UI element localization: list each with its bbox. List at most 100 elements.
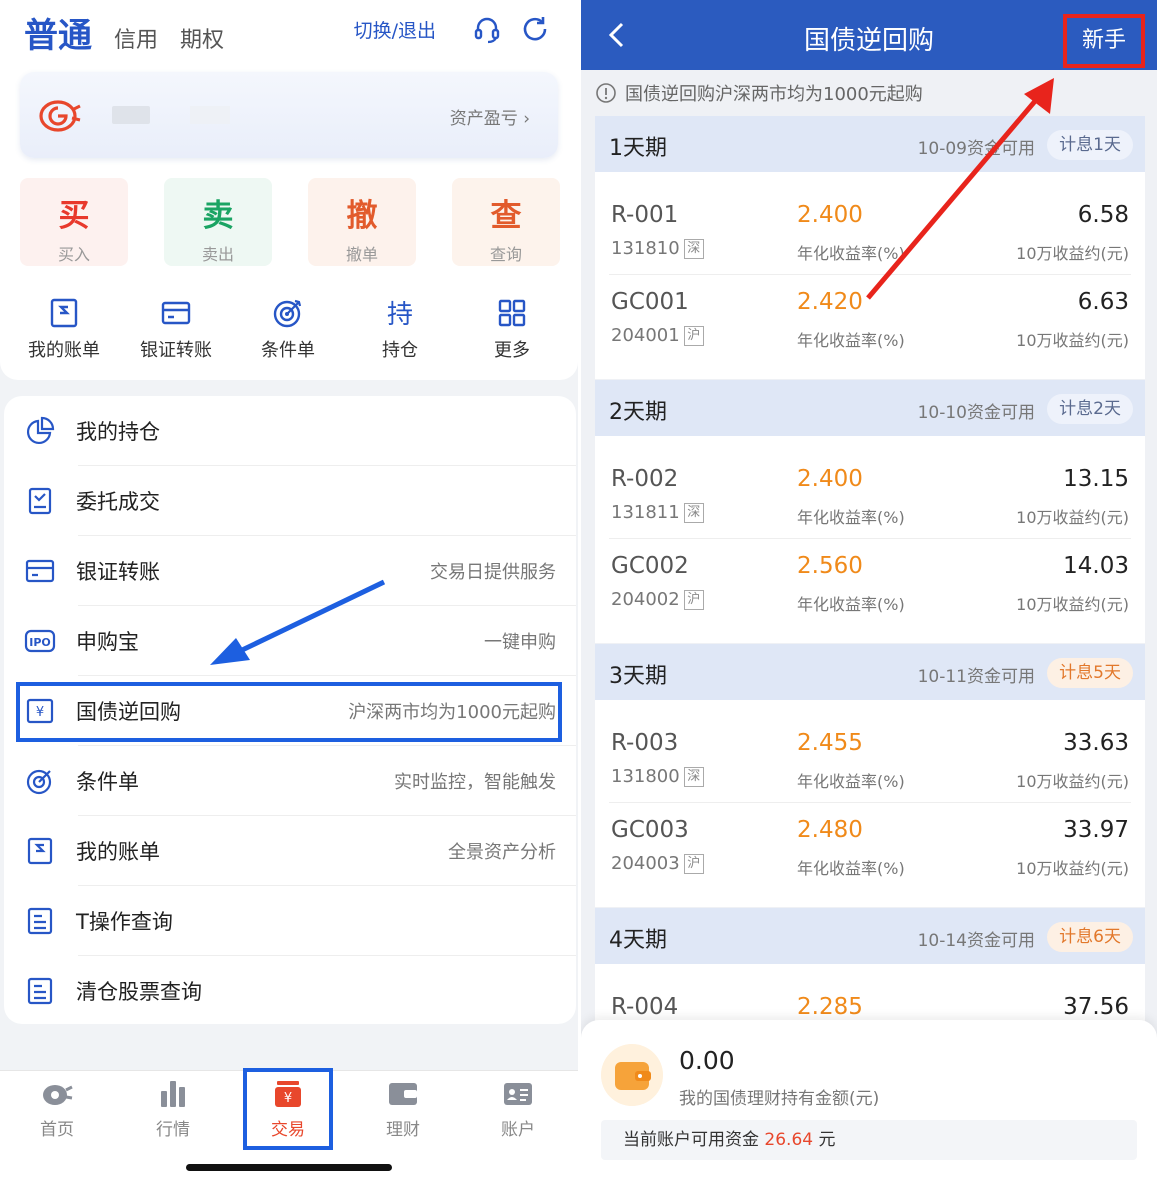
doc-icon	[27, 907, 53, 935]
est-income: 14.03	[1063, 553, 1129, 579]
nav-label: 行情	[156, 1120, 190, 1140]
tab-normal[interactable]: 普通	[24, 8, 92, 57]
menu-my-holdings[interactable]: 我的持仓	[4, 396, 576, 466]
repo-code: GC002	[611, 553, 689, 579]
quick-condition-order[interactable]: 条件单	[232, 296, 344, 362]
menu-title: 清仓股票查询	[76, 980, 202, 1004]
est-income: 37.56	[1063, 994, 1129, 1020]
menu-title: 条件单	[76, 770, 139, 794]
cancel-label: 撤单	[345, 245, 378, 264]
annual-rate: 2.400	[797, 202, 863, 228]
period-header: 4天期 10-14资金可用 计息6天	[595, 908, 1145, 964]
tab-credit[interactable]: 信用	[114, 22, 158, 54]
quick-label: 持仓	[382, 340, 418, 361]
menu-cleared-stock-query[interactable]: 清仓股票查询	[4, 956, 576, 1026]
annual-rate-label: 年化收益率(%)	[797, 508, 905, 527]
menu-bank-transfer[interactable]: 银证转账 交易日提供服务	[4, 536, 576, 606]
quick-actions: 我的账单 银证转账 条件单 持 持仓 更多	[8, 296, 568, 362]
menu-condition-order[interactable]: 条件单 实时监控，智能触发	[4, 746, 576, 816]
nav-account[interactable]: 账户	[473, 1077, 563, 1140]
home-indicator	[186, 1164, 392, 1171]
nav-home[interactable]: 首页	[12, 1077, 102, 1140]
quick-bank-transfer[interactable]: 银证转账	[120, 296, 232, 362]
card-icon	[161, 301, 191, 325]
svg-text:IPO: IPO	[29, 636, 51, 649]
repo-row-gc001[interactable]: GC001 204001 沪 2.420 年化收益率(%) 6.63 10万收益约…	[595, 275, 1145, 362]
refresh-icon[interactable]	[520, 14, 550, 44]
highlight-box-bond-repo	[16, 682, 562, 742]
nav-wealth[interactable]: 理财	[358, 1077, 448, 1140]
nav-label: 首页	[40, 1120, 74, 1140]
bar-chart-icon	[161, 1081, 185, 1107]
menu-desc: 全景资产分析	[448, 842, 556, 863]
repo-row-gc002[interactable]: GC002 204002 沪 2.560 年化收益率(%) 14.03 10万收益…	[595, 539, 1145, 626]
interest-days-badge: 计息1天	[1047, 130, 1133, 160]
period-avail: 10-11资金可用	[917, 667, 1035, 687]
quick-my-bill[interactable]: 我的账单	[8, 296, 120, 362]
quick-holdings[interactable]: 持 持仓	[344, 296, 456, 362]
repo-number: 204003 沪	[611, 853, 704, 874]
quick-label: 我的账单	[28, 340, 100, 361]
wallet-icon	[601, 1044, 663, 1106]
trade-home-panel: 普通 信用 期权 切换/退出 资产盈亏 › 买买入 卖卖出 撤撤单 查查询 我的…	[0, 0, 578, 1204]
wallet-icon	[389, 1083, 417, 1105]
period-name: 3天期	[609, 664, 667, 689]
est-income-label: 10万收益约(元)	[1016, 331, 1129, 350]
masked-balance	[190, 106, 230, 124]
repo-number-text: 131811	[611, 502, 680, 523]
menu-t-operation-query[interactable]: T操作查询	[4, 886, 576, 956]
annual-rate: 2.455	[797, 730, 863, 756]
menu-desc: 一键申购	[484, 632, 556, 653]
info-icon	[596, 83, 616, 103]
annual-rate: 2.480	[797, 817, 863, 843]
menu-my-bill[interactable]: 我的账单 全景资产分析	[4, 816, 576, 886]
menu-ipo-subscribe[interactable]: IPO 申购宝 一键申购	[4, 606, 576, 676]
holding-amount-label: 我的国债理财持有金额(元)	[679, 1089, 880, 1109]
repo-row-r002[interactable]: R-002 131811 深 2.400 年化收益率(%) 13.15 10万收益…	[595, 452, 1145, 539]
menu-title: T操作查询	[76, 910, 173, 934]
cash-value: 26.64	[764, 1130, 814, 1150]
repo-row-r001[interactable]: R-001 131810 深 2.400 年化收益率(%) 6.58 10万收益约…	[595, 188, 1145, 275]
cash-prefix: 当前账户可用资金	[623, 1130, 759, 1150]
nav-market[interactable]: 行情	[128, 1077, 218, 1140]
repo-row-gc003[interactable]: GC003 204003 沪 2.480 年化收益率(%) 33.97 10万收益…	[595, 803, 1145, 890]
home-icon	[43, 1085, 73, 1105]
notice-bar: 国债逆回购沪深两市均为1000元起购	[595, 80, 923, 106]
interest-days-badge: 计息5天	[1047, 658, 1133, 688]
svg-text:持: 持	[387, 300, 413, 330]
repo-number-text: 204003	[611, 853, 680, 874]
tab-options[interactable]: 期权	[180, 22, 224, 54]
buy-button[interactable]: 买买入	[20, 178, 128, 266]
sell-button[interactable]: 卖卖出	[164, 178, 272, 266]
switch-logout-link[interactable]: 切换/退出	[354, 16, 436, 43]
repo-number: 131811 深	[611, 502, 704, 523]
market-tag: 深	[683, 238, 704, 259]
est-income: 6.63	[1077, 289, 1129, 315]
repo-code: R-004	[611, 994, 679, 1020]
period-header: 3天期 10-11资金可用 计息5天	[595, 644, 1145, 700]
query-button[interactable]: 查查询	[452, 178, 560, 266]
est-income: 13.15	[1063, 466, 1129, 492]
cancel-order-button[interactable]: 撤撤单	[308, 178, 416, 266]
query-char: 查	[490, 198, 522, 234]
menu-title: 我的账单	[76, 840, 160, 864]
quick-more[interactable]: 更多	[456, 296, 568, 362]
header-bar: 国债逆回购 新手	[581, 0, 1157, 70]
est-income: 33.97	[1063, 817, 1129, 843]
grid-icon	[498, 299, 526, 327]
menu-orders-fills[interactable]: 委托成交	[4, 466, 576, 536]
pie-chart-icon	[26, 416, 55, 445]
target-icon	[26, 769, 52, 795]
period-name: 1天期	[609, 136, 667, 161]
asset-pnl-link[interactable]: 资产盈亏 ›	[450, 104, 530, 129]
newbie-guide-button[interactable]: 新手	[1063, 14, 1145, 68]
period-header: 1天期 10-09资金可用 计息1天	[595, 116, 1145, 172]
trade-buttons: 买买入 卖卖出 撤撤单 查查询	[20, 178, 560, 266]
period-body: R-002 131811 深 2.400 年化收益率(%) 13.15 10万收益…	[595, 436, 1145, 643]
asset-card[interactable]: 资产盈亏 ›	[20, 72, 558, 158]
nav-label: 账户	[501, 1120, 535, 1140]
headset-icon[interactable]	[472, 14, 502, 44]
cash-unit: 元	[818, 1130, 836, 1150]
repo-row-r003[interactable]: R-003 131800 深 2.455 年化收益率(%) 33.63 10万收益…	[595, 716, 1145, 803]
market-tag: 深	[683, 766, 704, 787]
